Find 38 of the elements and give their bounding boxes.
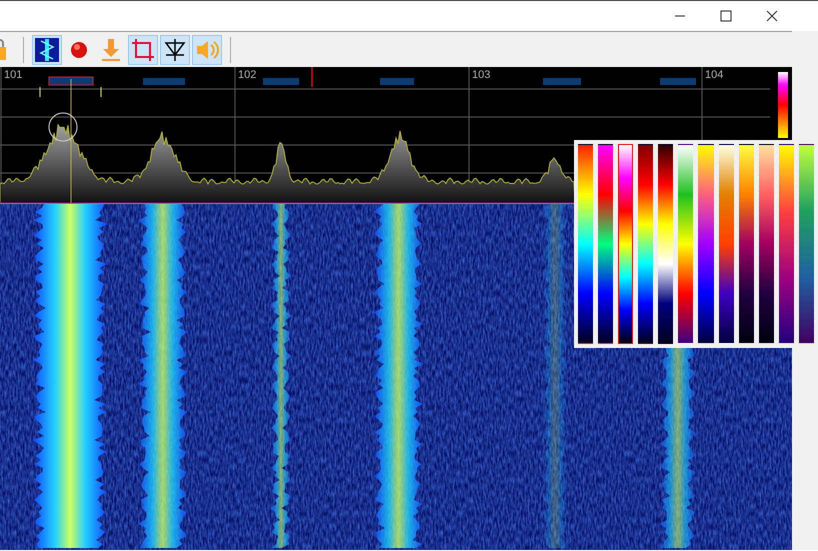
diode-icon <box>164 38 186 62</box>
color-palette-swatch[interactable] <box>758 144 774 344</box>
frequency-label: 102 <box>238 69 256 81</box>
padlock-icon[interactable] <box>0 38 7 60</box>
filter-bandwidth-marker[interactable] <box>40 86 102 98</box>
color-palette-swatch[interactable] <box>598 144 614 344</box>
band-marker[interactable] <box>48 76 94 86</box>
tuning-marker[interactable] <box>311 67 313 87</box>
color-palette-swatch[interactable] <box>738 144 754 344</box>
crop-button[interactable] <box>128 34 158 64</box>
color-scale-bar <box>778 72 788 138</box>
band-marker[interactable] <box>380 78 414 85</box>
record-icon <box>70 40 88 58</box>
color-palette-swatch[interactable] <box>778 144 794 344</box>
waterfall-icon <box>35 38 59 62</box>
speaker-icon <box>195 38 219 60</box>
color-palette-swatch[interactable] <box>678 144 694 344</box>
color-palette-swatch[interactable] <box>698 144 714 344</box>
frequency-label: 104 <box>705 69 724 81</box>
band-marker[interactable] <box>660 78 696 85</box>
frequency-label: 101 <box>4 69 22 81</box>
color-palette-swatch[interactable] <box>638 144 654 344</box>
maximize-icon[interactable] <box>720 10 732 22</box>
color-palette-swatch[interactable] <box>718 144 734 344</box>
color-palette-swatch[interactable] <box>618 144 634 344</box>
color-palette-swatch[interactable] <box>578 144 594 344</box>
band-marker[interactable] <box>143 78 185 85</box>
diode-button[interactable] <box>160 34 190 64</box>
download-icon <box>101 38 121 62</box>
crop-icon <box>131 38 155 62</box>
color-palette-swatch[interactable] <box>658 144 674 344</box>
close-icon[interactable] <box>766 10 778 22</box>
frequency-label: 103 <box>472 69 490 81</box>
color-palette-swatch[interactable] <box>798 144 814 344</box>
band-marker[interactable] <box>263 78 299 85</box>
peak-cursor-circle <box>48 112 78 142</box>
band-marker[interactable] <box>543 78 581 85</box>
waterfall-button[interactable] <box>32 34 62 64</box>
